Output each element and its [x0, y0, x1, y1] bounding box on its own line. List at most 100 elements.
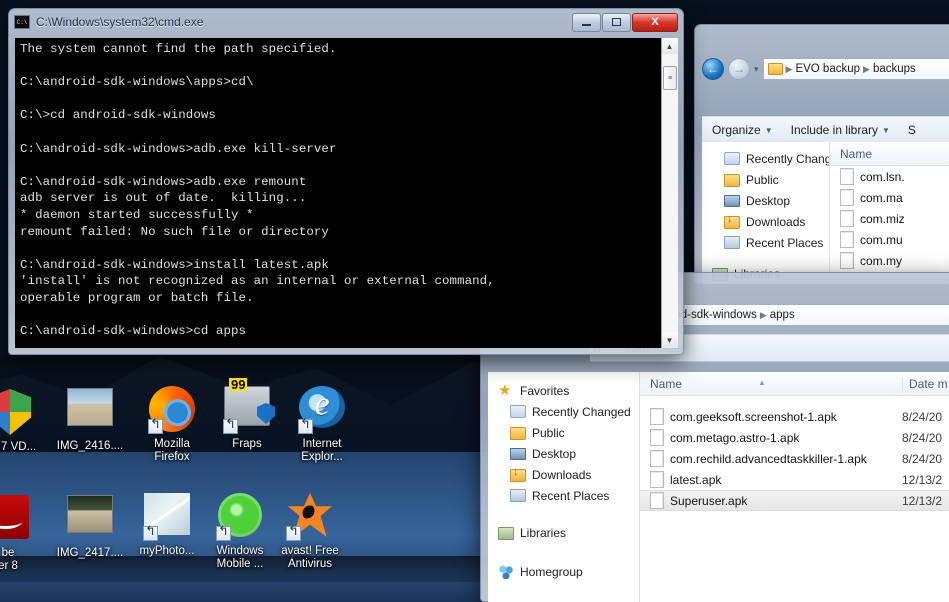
breadcrumb-segment[interactable]: apps — [770, 309, 795, 321]
file-date-modified: 12/13/2 — [902, 472, 943, 487]
sort-ascending-icon: ▲ — [758, 377, 766, 387]
sidebar-item-label: Downloads — [746, 214, 806, 229]
file-name: com.my — [860, 253, 902, 268]
file-list-pane[interactable]: Name ▲ Date m com.geeksoft.screenshot-1.… — [640, 372, 949, 602]
sidebar-item-desktop[interactable]: Desktop — [488, 443, 639, 464]
list-item[interactable]: com.mu — [830, 229, 949, 250]
sidebar-item-recently-changed[interactable]: Recently Changed — [488, 401, 639, 422]
window-controls[interactable]: X — [572, 12, 678, 32]
sidebar-item-downloads[interactable]: Downloads — [702, 211, 829, 232]
column-headers[interactable]: Name ▲ Date m — [640, 372, 949, 396]
desktop-icon-img-2417[interactable]: IMG_2417.... — [48, 495, 132, 560]
sidebar-item-public[interactable]: Public — [702, 169, 829, 190]
breadcrumb-path[interactable]: ▶ EVO backup ▶ backups — [762, 58, 949, 80]
desktop-icon — [510, 446, 526, 462]
sidebar-item-downloads[interactable]: Downloads — [488, 464, 639, 485]
list-item[interactable]: com.ma — [830, 187, 949, 208]
sidebar-item-recently-changed[interactable]: Recently Change ▲ — [702, 148, 829, 169]
desktop-icon-windows-7-dvd[interactable]: ws 7 VD... — [0, 388, 52, 454]
sidebar-item-libraries[interactable]: Libraries — [488, 522, 639, 543]
desktop-icon-mozilla-firefox[interactable]: Mozilla Firefox — [130, 386, 214, 464]
desktop-icon-label: IMG_2417.... — [56, 547, 124, 559]
file-list-pane[interactable]: Name com.lsn. com.ma com.miz com.mu com.… — [830, 142, 949, 284]
console-output[interactable]: The system cannot find the path specifie… — [15, 38, 661, 348]
include-in-library-button[interactable]: Include in library ▼ — [791, 123, 890, 137]
scroll-up-arrow-icon[interactable]: ▲ — [661, 38, 678, 54]
file-date-modified: 8/24/20 — [902, 409, 943, 424]
close-button[interactable]: X — [632, 12, 678, 32]
navigation-pane[interactable]: ★ Favorites Recently Changed Public Desk… — [488, 372, 640, 602]
scroll-down-arrow-icon[interactable]: ▼ — [661, 332, 678, 348]
sidebar-item-homegroup[interactable]: Homegroup — [488, 561, 639, 582]
file-name: latest.apk — [670, 472, 722, 487]
desktop-icon-fraps[interactable]: 99 Fraps — [205, 378, 289, 451]
breadcrumb-segment[interactable]: backups — [873, 63, 916, 75]
list-item[interactable]: com.lsn. — [830, 166, 949, 187]
scrollbar-thumb[interactable]: ≡ — [663, 66, 677, 90]
explorer-toolbar[interactable]: Organize ▼ Include in library ▼ S — [702, 116, 949, 144]
desktop-icon-adobe-reader-8[interactable]: be er 8 — [0, 495, 50, 573]
list-item[interactable]: com.my — [830, 250, 949, 271]
file-date-modified: 8/24/20 — [902, 430, 943, 445]
column-header-name[interactable]: Name — [830, 147, 949, 161]
explorer-window-backups[interactable]: ← → ▾ ▶ EVO backup ▶ backups Organize ▼ … — [694, 24, 949, 284]
file-icon — [840, 231, 854, 248]
sidebar-item-label: Homegroup — [520, 564, 583, 579]
table-row[interactable]: com.geeksoft.screenshot-1.apk 8/24/20 — [640, 406, 949, 427]
column-headers[interactable]: Name — [830, 142, 949, 166]
fraps-badge: 99 — [229, 377, 248, 392]
cmd-icon: C:\ — [14, 15, 30, 29]
scrollbar-track[interactable] — [662, 54, 678, 332]
desktop-icon-img-2416[interactable]: IMG_2416.... — [48, 388, 132, 453]
libraries-icon — [498, 525, 514, 541]
breadcrumb-separator: ▶ — [785, 63, 793, 74]
column-header-date-modified[interactable]: Date m — [902, 376, 949, 391]
desktop-icon-label: avast! Free Antivirus — [281, 545, 339, 570]
firefox-icon — [148, 386, 196, 434]
file-name: com.metago.astro-1.apk — [670, 430, 800, 445]
desktop-icon-internet-explorer[interactable]: Internet Explor... — [280, 386, 364, 464]
sidebar-item-favorites[interactable]: ★ Favorites — [488, 380, 639, 401]
shortcut-arrow-icon — [143, 524, 158, 541]
explorer-content: Recently Change ▲ Public Desktop Downloa… — [702, 142, 949, 284]
column-header-name[interactable]: Name ▲ — [640, 377, 902, 391]
sidebar-item-label: Public — [746, 172, 779, 187]
file-icon — [840, 189, 854, 206]
navigation-pane[interactable]: Recently Change ▲ Public Desktop Downloa… — [702, 142, 830, 284]
sidebar-item-recent-places[interactable]: Recent Places — [488, 485, 639, 506]
console-scrollbar[interactable]: ▲ ≡ ▼ — [661, 38, 678, 348]
organize-label: Organize — [712, 123, 761, 137]
organize-menu-button[interactable]: Organize ▼ — [712, 123, 773, 137]
sidebar-item-public[interactable]: Public — [488, 422, 639, 443]
photo-thumbnail-icon — [66, 388, 114, 436]
command-prompt-window[interactable]: C:\ C:\Windows\system32\cmd.exe X The sy… — [8, 8, 684, 355]
sidebar-item-recent-places[interactable]: Recent Places — [702, 232, 829, 253]
folder-icon — [510, 425, 526, 441]
sidebar-item-desktop[interactable]: Desktop — [702, 190, 829, 211]
desktop-icon-label: Internet Explor... — [301, 438, 343, 463]
table-row[interactable]: com.rechild.advancedtaskkiller-1.apk 8/2… — [640, 448, 949, 469]
table-row[interactable]: latest.apk 12/13/2 — [640, 469, 949, 490]
recent-pages-dropdown-icon[interactable]: ▾ — [754, 64, 759, 75]
forward-button-icon[interactable]: → — [728, 58, 750, 80]
file-icon — [650, 429, 664, 446]
explorer-content: ★ Favorites Recently Changed Public Desk… — [488, 372, 949, 602]
sidebar-item-label: Recent Places — [746, 235, 824, 250]
desktop-icon-avast-free-antivirus[interactable]: avast! Free Antivirus — [268, 493, 352, 571]
file-date-modified: 8/24/20 — [902, 451, 943, 466]
table-row[interactable]: com.metago.astro-1.apk 8/24/20 — [640, 427, 949, 448]
share-with-button[interactable]: S — [908, 123, 916, 137]
back-button-icon[interactable]: ← — [702, 58, 724, 80]
console-client-area[interactable]: The system cannot find the path specifie… — [15, 38, 678, 348]
recent-places-icon — [510, 488, 526, 504]
address-bar[interactable]: ← → ▾ ▶ EVO backup ▶ backups — [702, 54, 949, 84]
maximize-button[interactable] — [602, 12, 631, 32]
breadcrumb-segment[interactable]: EVO backup — [795, 63, 860, 75]
minimize-button[interactable] — [572, 12, 601, 32]
title-bar[interactable]: C:\ C:\Windows\system32\cmd.exe X — [8, 8, 684, 36]
table-row[interactable]: Superuser.apk 12/13/2 — [640, 490, 949, 511]
internet-explorer-icon — [298, 386, 346, 434]
list-item[interactable]: com.miz — [830, 208, 949, 229]
desktop-icon-label: myPhoto... — [139, 545, 195, 557]
desktop-icon-myphoto[interactable]: myPhoto... — [125, 493, 209, 558]
